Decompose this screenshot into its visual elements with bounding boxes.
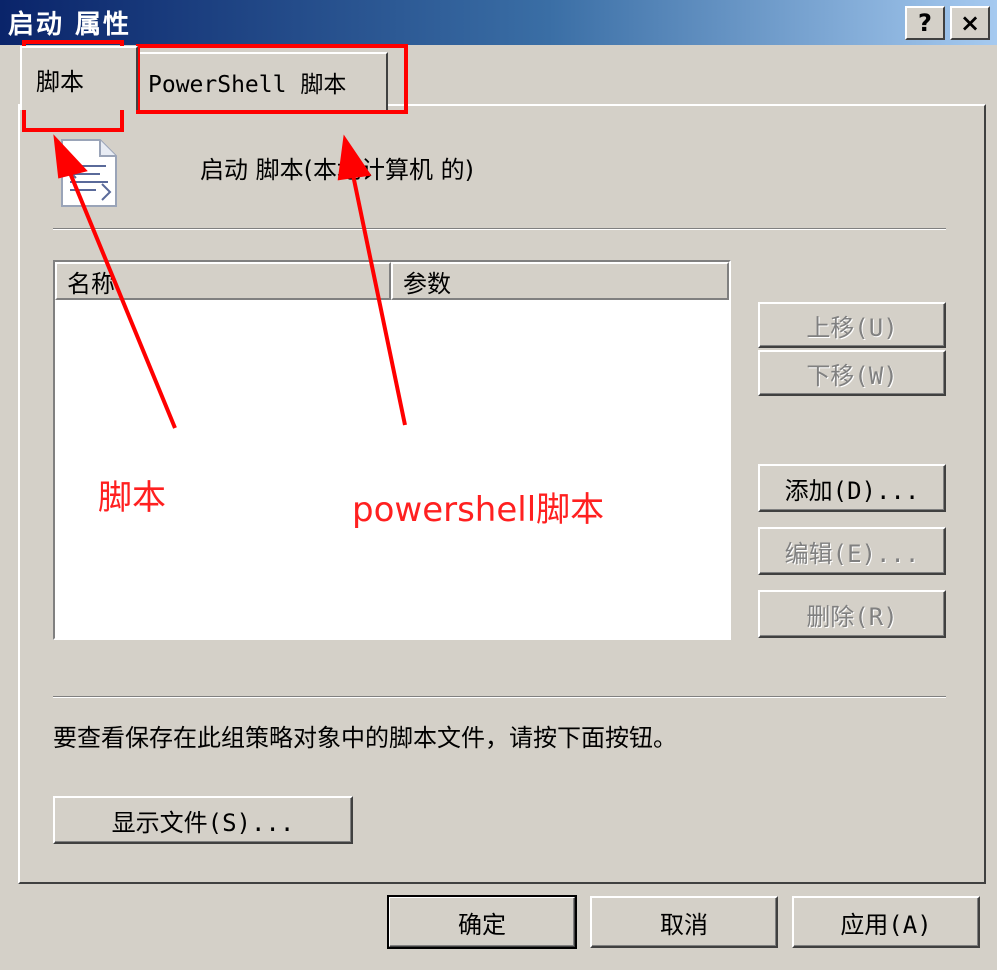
- arrow-line-scripts: [66, 167, 177, 429]
- annotation-label-powershell: powershell脚本: [352, 490, 605, 530]
- tab-scripts[interactable]: 脚本: [20, 46, 138, 110]
- annotation-label-scripts: 脚本: [98, 478, 166, 518]
- arrow-line-powershell: [350, 169, 407, 426]
- tab-scripts-label: 脚本: [36, 67, 84, 96]
- arrow-head-scripts: [53, 134, 88, 179]
- arrow-head-powershell: [337, 134, 372, 181]
